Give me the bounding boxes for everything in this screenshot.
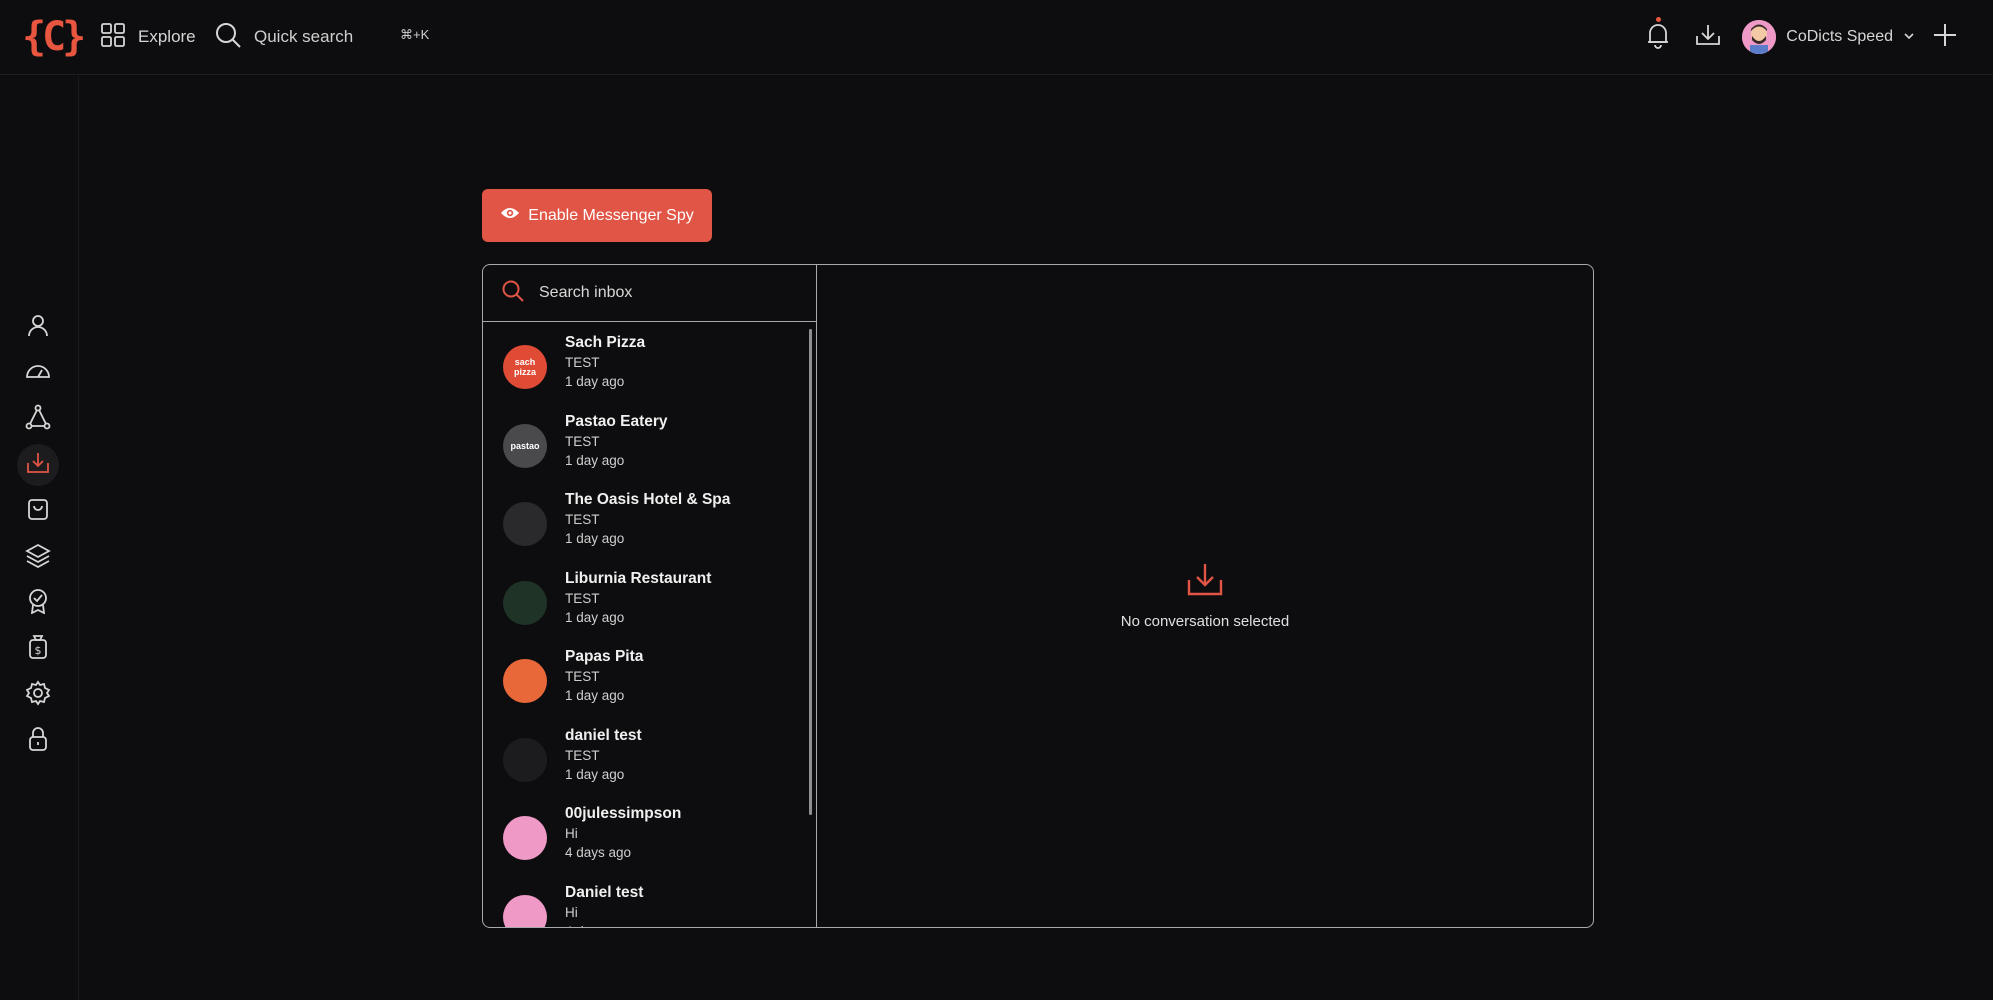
avatar <box>503 737 547 782</box>
sidebar-item-layers[interactable] <box>17 536 59 578</box>
enable-messenger-spy-button[interactable]: Enable Messenger Spy <box>482 189 712 242</box>
conversation-name: The Oasis Hotel & Spa <box>565 491 731 508</box>
downloads-button[interactable] <box>1688 17 1728 57</box>
bell-icon <box>1645 21 1671 54</box>
conversation-name: Liburnia Restaurant <box>565 569 712 587</box>
list-item[interactable]: pastao Pastao Eatery TEST 1 day ago <box>483 410 808 488</box>
sidebar-item-billing[interactable]: $ <box>17 628 59 670</box>
gear-icon <box>25 679 51 711</box>
conversation-time: 1 day ago <box>565 452 625 468</box>
conversation-list[interactable]: sach pizza Sach Pizza TEST 1 day ago pastao P… <box>483 323 816 928</box>
grid-icon <box>100 22 126 53</box>
conversation-time: 1 day ago <box>565 374 625 389</box>
list-item[interactable]: Daniel test Hi 4 days ago <box>483 881 808 928</box>
avatar <box>503 894 547 927</box>
conversation-list-scrollbar[interactable] <box>809 329 812 815</box>
quick-search-label: Quick search <box>254 27 354 46</box>
conversation-preview: Hi <box>565 826 578 841</box>
empty-conversation-view: No conversation selected <box>817 265 1593 927</box>
conversation-time: 4 days ago <box>565 924 631 928</box>
conversation-time: 1 day ago <box>565 766 625 782</box>
sidebar-item-achievements[interactable] <box>17 582 59 624</box>
conversation-time: 1 day ago <box>565 688 625 703</box>
sidebar-item-dashboard[interactable] <box>17 352 59 394</box>
search-icon <box>214 21 242 54</box>
avatar <box>1742 20 1777 54</box>
conversation-name: Sach Pizza <box>565 334 646 351</box>
layers-icon <box>25 542 51 573</box>
sidebar-item-security[interactable] <box>17 720 59 762</box>
conversation-preview: TEST <box>565 669 600 684</box>
sidebar-item-network[interactable] <box>17 398 59 440</box>
list-item[interactable]: daniel test TEST 1 day ago <box>483 724 808 802</box>
conversation-preview: TEST <box>565 512 600 527</box>
search-inbox-input[interactable] <box>539 284 799 302</box>
user-menu[interactable]: CoDicts Speed <box>1742 20 1915 54</box>
avatar <box>503 502 547 546</box>
user-name: CoDicts Speed <box>1786 28 1893 45</box>
explore-button[interactable]: Explore <box>100 22 196 52</box>
conversation-preview: TEST <box>565 355 600 370</box>
network-icon <box>25 404 51 435</box>
sidebar-item-shop[interactable] <box>17 490 59 532</box>
svg-text:$: $ <box>35 644 42 657</box>
conversation-name: Pastao Eatery <box>565 412 668 430</box>
inbox-download-icon <box>1185 562 1225 603</box>
search-icon <box>501 279 525 308</box>
conversation-preview: Hi <box>565 904 578 920</box>
sidebar-item-settings[interactable] <box>17 674 59 716</box>
avatar <box>503 659 547 703</box>
avatar: pastao <box>503 423 547 468</box>
top-right-actions: CoDicts Speed <box>1638 16 1965 58</box>
inbox-search-bar <box>483 265 816 322</box>
conversation-name: daniel test <box>565 726 642 744</box>
user-icon <box>26 313 50 342</box>
enable-button-label: Enable Messenger Spy <box>528 206 694 224</box>
conversation-time: 1 day ago <box>565 609 625 625</box>
eye-icon <box>500 206 520 225</box>
plus-icon <box>1932 22 1958 53</box>
explore-label: Explore <box>138 27 196 46</box>
shopping-bag-icon <box>26 497 50 526</box>
lock-icon <box>27 726 49 757</box>
list-item[interactable]: Papas Pita TEST 1 day ago <box>483 645 808 723</box>
sidebar-item-inbox[interactable] <box>17 444 59 486</box>
list-item[interactable]: The Oasis Hotel & Spa TEST 1 day ago <box>483 488 808 566</box>
badge-icon <box>27 588 49 619</box>
conversation-preview: TEST <box>565 747 600 763</box>
empty-state-text: No conversation selected <box>1120 613 1290 630</box>
conversation-preview: TEST <box>565 433 600 449</box>
list-item[interactable]: Liburnia Restaurant TEST 1 day ago <box>483 567 808 645</box>
money-bag-icon: $ <box>27 634 49 665</box>
list-item[interactable]: sach pizza Sach Pizza TEST 1 day ago <box>483 331 808 409</box>
avatar: sach pizza <box>503 345 547 389</box>
notifications-button[interactable] <box>1638 17 1678 57</box>
shortcut-hint: ⌘+K <box>400 27 430 42</box>
list-item[interactable]: 00julessimpson Hi 4 days ago <box>483 802 808 880</box>
download-icon <box>1694 22 1722 53</box>
inbox-download-icon <box>25 451 51 480</box>
conversation-preview: TEST <box>565 590 600 606</box>
conversation-list-column: sach pizza Sach Pizza TEST 1 day ago pastao P… <box>483 265 817 927</box>
add-button[interactable] <box>1925 17 1965 57</box>
avatar <box>503 580 547 625</box>
quick-search-button[interactable]: Quick search <box>214 22 353 52</box>
avatar <box>503 816 547 860</box>
conversation-name: 00julessimpson <box>565 805 682 822</box>
top-bar: {C} Explore Quick search ⌘+K CoDicts Spe… <box>0 0 1993 75</box>
inbox-panel: sach pizza Sach Pizza TEST 1 day ago pastao P… <box>482 264 1594 928</box>
conversation-name: Papas Pita <box>565 648 644 665</box>
sidebar: $ <box>0 76 79 1000</box>
conversation-name: Daniel test <box>565 883 644 901</box>
speedometer-icon <box>25 361 51 386</box>
conversation-time: 1 day ago <box>565 531 625 546</box>
chevron-down-icon <box>1903 28 1915 46</box>
sidebar-item-profile[interactable] <box>17 306 59 348</box>
conversation-time: 4 days ago <box>565 845 632 860</box>
app-logo[interactable]: {C} <box>22 14 86 60</box>
